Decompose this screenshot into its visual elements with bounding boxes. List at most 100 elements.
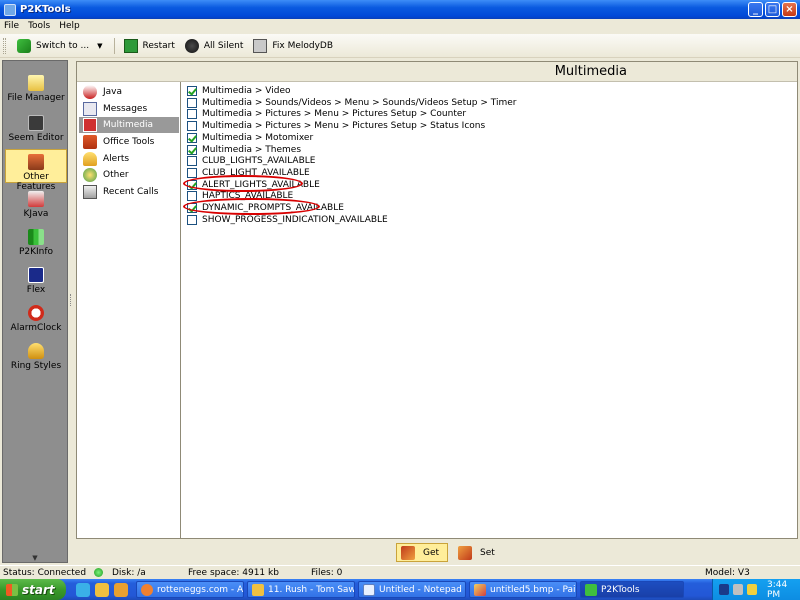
get-button[interactable]: Get [396,543,448,562]
app-icon [585,583,597,596]
menu-tools[interactable]: Tools [24,21,55,31]
java-icon [28,191,44,207]
scroll-down-arrow[interactable]: ▼ [3,554,67,562]
category-label: Office Tools [103,137,155,147]
media-player-icon [252,583,264,596]
toolbar-separator [113,37,115,54]
start-button[interactable]: start [0,579,66,600]
option-row[interactable]: Multimedia > Pictures > Menu > Pictures … [187,120,485,132]
option-checkbox[interactable] [187,215,197,225]
category-multimedia[interactable]: Multimedia [79,117,179,133]
volume-icon[interactable] [733,584,743,595]
option-checkbox[interactable] [187,145,197,155]
task-label: Untitled - Notepad [379,584,462,595]
info-icon [28,229,44,245]
chip-icon [28,115,44,131]
option-row[interactable]: Multimedia > Video [187,85,291,97]
chevron-down-icon[interactable]: ▼ [97,42,102,50]
fix-melodydb-button[interactable]: Fix MelodyDB [250,36,336,56]
option-checkbox[interactable] [187,109,197,119]
option-checkbox[interactable] [187,121,197,131]
option-label: SHOW_PROGESS_INDICATION_AVAILABLE [202,215,388,225]
nav-flex[interactable]: Flex [5,263,67,297]
all-silent-button[interactable]: All Silent [182,36,247,56]
category-label: Messages [103,104,148,114]
status-bar: Status: Connected Disk: /a Free space: 4… [0,565,800,579]
task-button-notepad[interactable]: Untitled - Notepad [358,581,466,598]
category-office-tools[interactable]: Office Tools [79,134,179,150]
splitter[interactable] [69,60,75,563]
option-label: Multimedia > Themes [202,145,302,155]
option-checkbox[interactable] [187,168,197,178]
quick-launch-icon[interactable] [114,582,128,597]
get-icon [401,545,415,560]
category-label: Multimedia [103,120,154,130]
envelope-icon [83,102,97,116]
nav-ring-styles[interactable]: Ring Styles [5,339,67,373]
category-java[interactable]: Java [79,84,179,100]
menu-help[interactable]: Help [55,21,85,31]
nav-alarmclock[interactable]: AlarmClock [5,301,67,335]
switch-icon [17,38,31,53]
option-checkbox[interactable] [187,191,197,201]
nav-label: Ring Styles [10,361,62,371]
option-row[interactable]: SHOW_PROGESS_INDICATION_AVAILABLE [187,214,388,226]
action-bar: Get Set [76,541,798,563]
shield-icon[interactable] [747,584,757,595]
option-label: Multimedia > Pictures > Menu > Pictures … [202,121,486,131]
restart-button[interactable]: Restart [121,36,178,56]
category-label: Other [103,170,129,180]
task-label: rotteneggs.com - A S... [157,584,244,595]
category-other[interactable]: Other [79,167,179,183]
paint-icon [474,583,486,596]
option-checkbox[interactable] [187,86,197,96]
browser-icon [141,583,153,596]
switch-to-button[interactable]: Switch to ... ▼ [14,36,106,56]
category-messages[interactable]: Messages [79,101,179,117]
minimize-button[interactable]: _ [748,2,763,17]
status-connection: Status: Connected [3,568,87,578]
option-row[interactable]: CLUB_LIGHTS_AVAILABLE [187,155,315,167]
set-label: Set [480,547,495,558]
option-checkbox[interactable] [187,156,197,166]
app-icon [4,3,16,16]
fix-melodydb-label: Fix MelodyDB [272,40,334,51]
category-recent-calls[interactable]: Recent Calls [79,184,179,200]
option-row[interactable]: Multimedia > Motomixer [187,132,313,144]
nav-kjava[interactable]: KJava [5,187,67,221]
nav-label: P2KInfo [18,247,54,257]
restart-icon [123,38,138,53]
tools-icon [28,154,44,170]
menu-bar: File Tools Help [0,19,800,33]
windows-flag-icon [6,583,18,596]
task-button-paint[interactable]: untitled5.bmp - Paint [469,581,577,598]
quick-launch-icon[interactable] [76,582,90,597]
close-button[interactable]: × [782,2,797,17]
toolbar-grip[interactable] [3,37,6,54]
quick-launch-icon[interactable] [95,582,109,597]
option-label: Multimedia > Pictures > Menu > Pictures … [202,109,467,119]
nav-label: AlarmClock [10,323,62,333]
tray-icon[interactable] [719,584,729,595]
maximize-button[interactable]: □ [765,2,780,17]
nav-seem-editor[interactable]: Seem Editor [5,111,67,145]
flex-icon [28,267,44,283]
option-checkbox[interactable] [187,133,197,143]
set-button[interactable]: Set [454,543,506,562]
task-button-p2ktools[interactable]: P2KTools [580,581,684,598]
nav-file-manager[interactable]: File Manager [5,71,67,105]
option-row[interactable]: Multimedia > Pictures > Menu > Pictures … [187,108,466,120]
task-button-media[interactable]: 11. Rush - Tom Sawy... [247,581,355,598]
nav-p2kinfo[interactable]: P2KInfo [5,225,67,259]
menu-file[interactable]: File [0,21,24,31]
content-header: Multimedia [77,62,797,82]
nav-other-features[interactable]: Other Features [5,149,67,192]
category-label: Alerts [103,154,130,164]
task-button-browser[interactable]: rotteneggs.com - A S... [136,581,244,598]
status-model: Model: V3 [705,568,750,578]
task-label: untitled5.bmp - Paint [490,584,577,595]
option-checkbox[interactable] [187,98,197,108]
silent-icon [184,38,199,53]
category-alerts[interactable]: Alerts [79,151,179,167]
window-title: P2KTools [20,4,71,15]
